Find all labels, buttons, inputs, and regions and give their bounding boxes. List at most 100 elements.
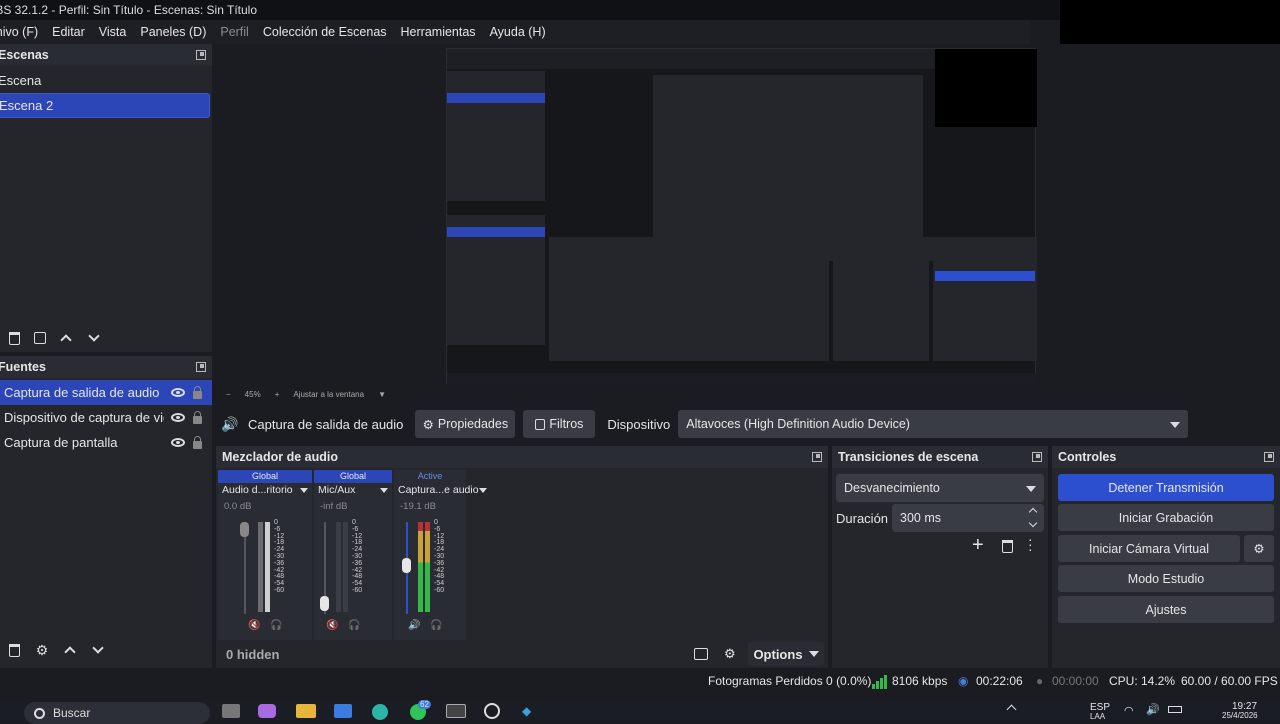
virtual-camera-settings-button[interactable]: ⚙ <box>1244 535 1274 562</box>
start-virtual-camera-button[interactable]: Iniciar Cámara Virtual <box>1058 535 1240 562</box>
properties-button[interactable]: ⚙ Propiedades <box>415 410 516 438</box>
stop-stream-button[interactable]: Detener Transmisión <box>1058 474 1274 501</box>
lock-icon[interactable] <box>193 385 202 399</box>
channel-name-dropdown[interactable]: Mic/Aux <box>314 483 392 497</box>
sources-title: Fuentes <box>0 360 46 374</box>
visibility-eye-icon[interactable] <box>171 413 185 422</box>
studio-mode-button[interactable]: Modo Estudio <box>1058 565 1274 592</box>
monitor-headphones-icon[interactable]: 🎧 <box>270 620 282 631</box>
source-item-audio-output[interactable]: Captura de salida de audio <box>0 380 212 405</box>
start-recording-button[interactable]: Iniciar Grabación <box>1058 504 1274 531</box>
channel-name-dropdown[interactable]: Audio d...ritorio <box>218 483 312 497</box>
options-button[interactable]: Options <box>748 642 824 666</box>
spin-up-icon[interactable] <box>1028 507 1038 517</box>
monitor-headphones-icon[interactable]: 🎧 <box>348 620 360 631</box>
source-context-bar: 🔊 Captura de salida de audio ⚙ Propiedade… <box>216 408 1280 440</box>
menu-coleccion-escenas[interactable]: Colección de Escenas <box>256 25 394 39</box>
fit-dropdown-icon[interactable]: ▼ <box>378 390 386 399</box>
settings-button[interactable]: Ajustes <box>1058 596 1274 623</box>
source-label: Dispositivo de captura de video <box>4 410 164 425</box>
muted-speaker-icon[interactable]: 🔇 <box>326 620 338 631</box>
search-placeholder: Buscar <box>53 706 91 720</box>
volume-slider-knob[interactable] <box>402 558 411 573</box>
gear-icon: ⚙ <box>422 417 434 432</box>
source-item-screen-capture[interactable]: Captura de pantalla <box>0 430 212 455</box>
spin-down-icon[interactable] <box>1028 518 1038 528</box>
transition-more-icon[interactable]: · · · <box>1028 532 1033 556</box>
volume-slider-knob[interactable] <box>240 522 249 537</box>
device-select[interactable]: Altavoces (High Definition Audio Device) <box>678 410 1189 438</box>
audio-mixer-dock: Mezclador de audio Global Audio d...rito… <box>216 446 828 668</box>
file-explorer-icon[interactable] <box>296 704 316 718</box>
taskbar: Buscar 62 ◆ ESP LAA ◠ 🔊 19:27 25/4/2026 <box>0 700 1280 724</box>
clock-date[interactable]: 25/4/2026 <box>1222 711 1258 720</box>
volume-icon[interactable]: 🔊 <box>1146 703 1160 716</box>
undock-icon[interactable] <box>812 452 822 462</box>
advanced-audio-icon[interactable]: ⚙ <box>724 646 736 662</box>
mixer-channels: Global Audio d...ritorio 0.0 dB 0 -6 -12 -1… <box>218 470 828 640</box>
transitions-title-bar: Transiciones de escena <box>832 446 1048 468</box>
menu-paneles[interactable]: Paneles (D) <box>133 25 213 39</box>
undock-icon[interactable] <box>1032 452 1042 462</box>
terminal-icon[interactable] <box>446 704 466 718</box>
task-view-icon[interactable] <box>222 704 240 718</box>
undock-icon[interactable] <box>196 362 206 372</box>
move-source-down-icon[interactable] <box>90 642 106 658</box>
menu-perfil[interactable]: Perfil <box>213 25 255 39</box>
speaker-icon[interactable]: 🔊 <box>408 620 420 631</box>
lock-icon[interactable] <box>193 410 202 424</box>
tray-chevron-icon[interactable] <box>1006 704 1017 715</box>
move-source-up-icon[interactable] <box>62 642 78 658</box>
undock-icon[interactable] <box>196 50 206 60</box>
controls-title: Controles <box>1058 450 1117 464</box>
menu-archivo[interactable]: Archivo (F) <box>0 25 45 39</box>
source-properties-gear-icon[interactable]: ⚙ <box>34 642 50 658</box>
zoom-in-button[interactable]: + <box>275 390 280 399</box>
move-scene-down-icon[interactable] <box>86 330 102 346</box>
channel-name-dropdown[interactable]: Captura...e audio <box>394 483 487 497</box>
copilot-icon[interactable] <box>258 704 276 718</box>
source-item-video-capture[interactable]: Dispositivo de captura de video <box>0 405 212 430</box>
chevron-down-icon <box>1026 486 1036 492</box>
zoom-out-button[interactable]: − <box>226 390 231 399</box>
bitrate: 8106 kbps <box>892 674 948 688</box>
monitor-headphones-icon[interactable]: 🎧 <box>430 620 442 631</box>
move-scene-up-icon[interactable] <box>58 330 74 346</box>
obs-icon[interactable] <box>484 703 500 719</box>
taskbar-search[interactable]: Buscar <box>24 702 210 724</box>
battery-icon[interactable] <box>1168 706 1182 713</box>
filters-button[interactable]: Filtros <box>523 410 596 438</box>
fit-window-label[interactable]: Ajustar a la ventana <box>293 390 364 399</box>
lock-icon[interactable] <box>193 435 202 449</box>
notification-badge: 62 <box>418 700 431 709</box>
undock-icon[interactable] <box>1264 452 1274 462</box>
scene-item-selected[interactable]: Escena 2 <box>0 93 210 118</box>
app-icon[interactable]: ◆ <box>522 704 540 718</box>
visibility-eye-icon[interactable] <box>171 438 185 447</box>
scene-filters-icon[interactable] <box>34 332 46 344</box>
menu-editar[interactable]: Editar <box>45 25 92 39</box>
menu-vista[interactable]: Vista <box>92 25 134 39</box>
store-icon[interactable] <box>334 704 352 718</box>
volume-slider-knob[interactable] <box>320 596 329 611</box>
add-transition-icon[interactable]: + <box>972 534 984 557</box>
chevron-down-icon <box>1170 422 1181 428</box>
layout-toggle-icon[interactable] <box>694 648 708 660</box>
visibility-eye-icon[interactable] <box>171 388 185 397</box>
edge-icon[interactable] <box>372 704 388 720</box>
transition-select[interactable]: Desvanecimiento <box>836 474 1044 502</box>
level-meter <box>343 522 348 612</box>
sources-dock: Fuentes Captura de salida de audio Dispo… <box>0 356 212 668</box>
preview-area[interactable]: − 45% + Ajustar a la ventana ▼ <box>216 44 1280 399</box>
level-meter <box>336 522 341 612</box>
channel-db: -inf dB <box>320 501 348 512</box>
duration-spinbox[interactable]: 300 ms <box>892 504 1044 532</box>
muted-speaker-icon[interactable]: 🔇 <box>248 620 260 631</box>
menu-herramientas[interactable]: Herramientas <box>394 25 483 39</box>
wifi-icon[interactable]: ◠ <box>1124 704 1134 717</box>
menu-ayuda[interactable]: Ayuda (H) <box>483 25 553 39</box>
remove-source-trash-icon[interactable] <box>6 642 22 658</box>
remove-transition-trash-icon[interactable] <box>1002 540 1013 553</box>
remove-scene-trash-icon[interactable] <box>6 330 22 346</box>
scene-item[interactable]: Escena <box>0 68 210 93</box>
